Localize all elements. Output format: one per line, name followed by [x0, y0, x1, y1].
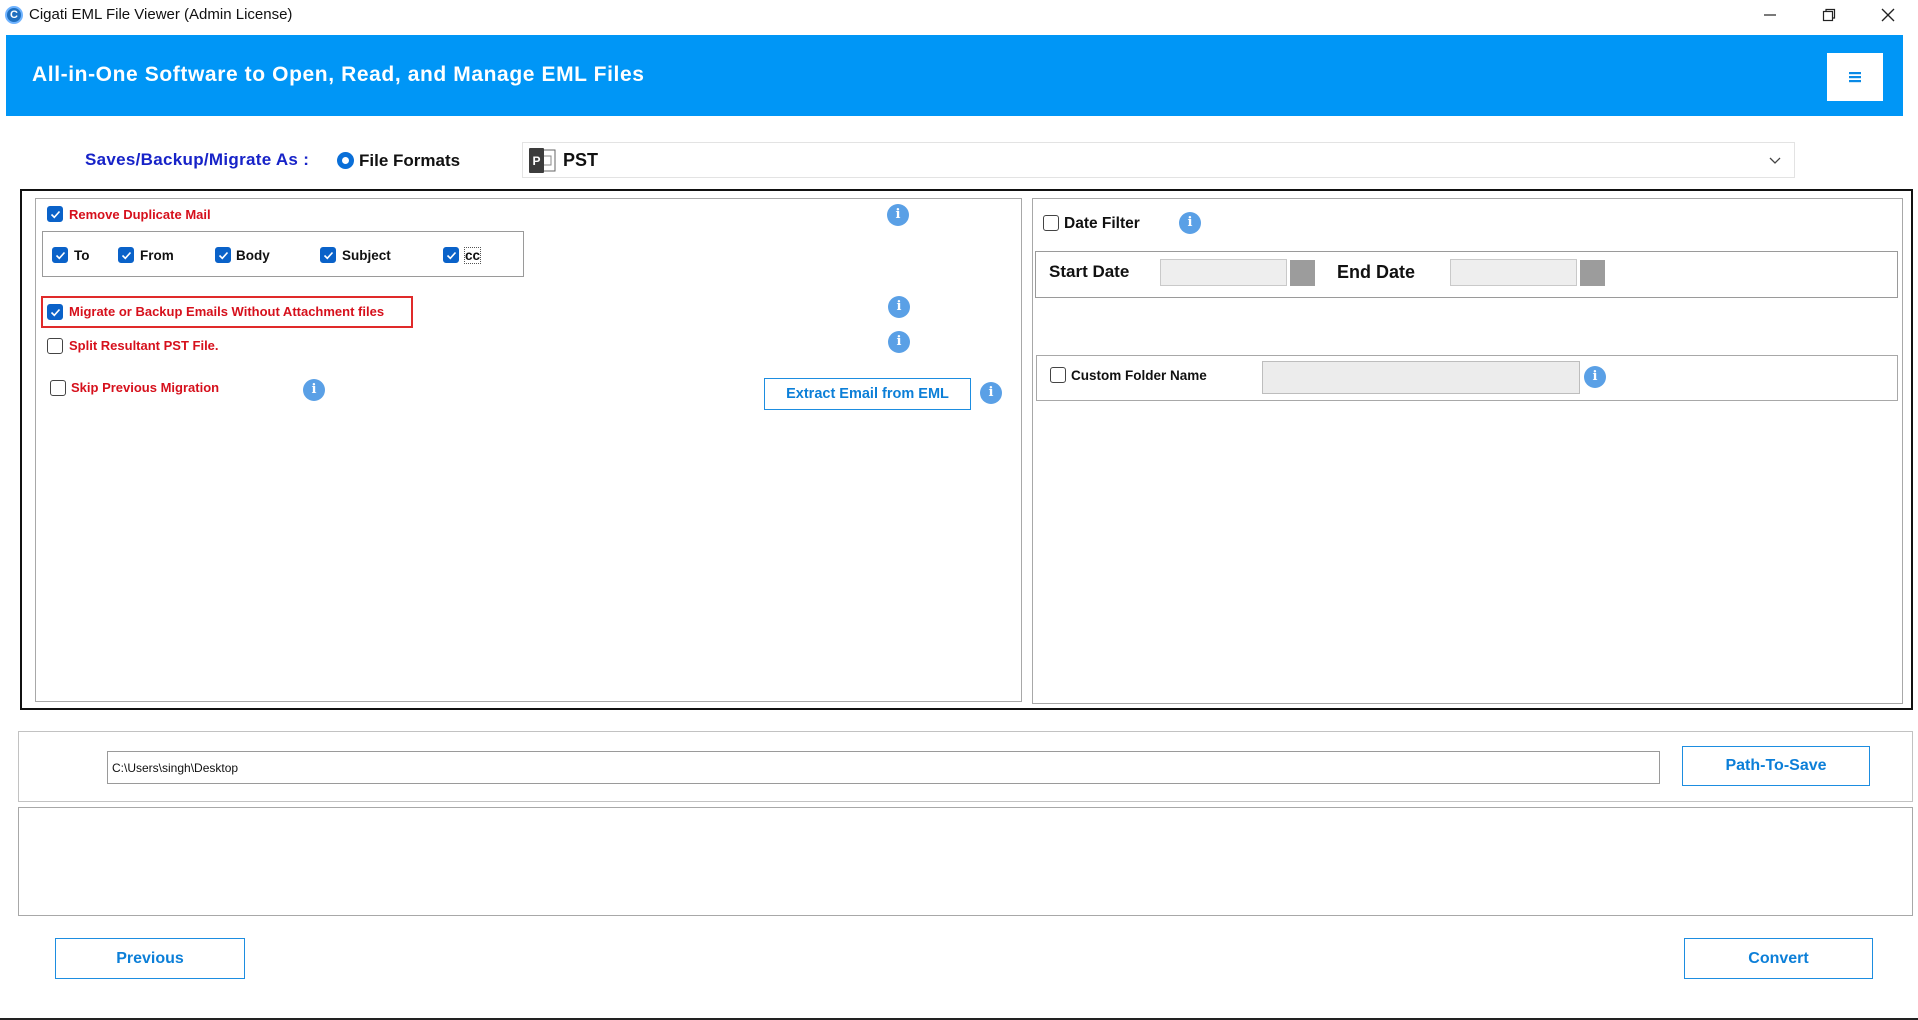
- format-dropdown[interactable]: P PST: [522, 142, 1795, 178]
- from-field-checkbox[interactable]: [118, 247, 134, 263]
- restore-icon: [1822, 8, 1836, 22]
- status-log-area: [18, 807, 1913, 916]
- split-pst-checkbox[interactable]: [47, 338, 63, 354]
- saves-as-label: Saves/Backup/Migrate As :: [85, 150, 310, 169]
- checkmark-icon: [446, 251, 456, 259]
- minimize-icon: [1764, 14, 1776, 16]
- checkmark-icon: [323, 251, 333, 259]
- subject-field-checkbox[interactable]: [320, 247, 336, 263]
- custom-folder-input[interactable]: [1262, 361, 1580, 394]
- end-date-input[interactable]: [1450, 259, 1577, 286]
- checkmark-icon: [121, 251, 131, 259]
- selected-format-label: PST: [563, 150, 599, 170]
- custom-folder-label: Custom Folder Name: [1071, 368, 1207, 383]
- from-field-label: From: [140, 248, 174, 263]
- chevron-down-icon: [1769, 157, 1781, 164]
- checkmark-icon: [55, 251, 65, 259]
- window-title: Cigati EML File Viewer (Admin License): [29, 6, 293, 23]
- body-field-label: Body: [236, 248, 270, 263]
- date-filter-checkbox[interactable]: [1043, 215, 1059, 231]
- date-filter-label: Date Filter: [1064, 215, 1140, 232]
- header-title: All-in-One Software to Open, Read, and M…: [32, 63, 645, 86]
- start-date-input[interactable]: [1160, 259, 1287, 286]
- remove-duplicate-label: Remove Duplicate Mail: [69, 207, 211, 222]
- custom-folder-checkbox[interactable]: [1050, 367, 1066, 383]
- app-logo-icon: C: [5, 6, 23, 24]
- to-field-label: To: [74, 248, 90, 263]
- end-date-label: End Date: [1337, 262, 1416, 282]
- menu-button[interactable]: [1827, 53, 1883, 101]
- header-banner: All-in-One Software to Open, Read, and M…: [6, 35, 1903, 116]
- without-attachment-label: Migrate or Backup Emails Without Attachm…: [69, 304, 385, 319]
- checkmark-icon: [50, 308, 60, 316]
- cc-field-checkbox[interactable]: [443, 247, 459, 263]
- split-pst-label: Split Resultant PST File.: [69, 338, 219, 353]
- destination-path-input[interactable]: C:\Users\singh\Desktop: [107, 751, 1660, 784]
- file-formats-label: File Formats: [359, 151, 461, 170]
- subject-field-label: Subject: [342, 248, 391, 263]
- to-field-checkbox[interactable]: [52, 247, 68, 263]
- extract-email-button[interactable]: Extract Email from EML: [764, 378, 971, 410]
- close-icon: [1881, 8, 1895, 22]
- info-icon[interactable]: i: [1179, 212, 1201, 234]
- checkmark-icon: [50, 210, 60, 218]
- start-date-picker-button[interactable]: [1290, 260, 1315, 286]
- path-to-save-button[interactable]: Path-To-Save: [1682, 746, 1870, 786]
- info-icon[interactable]: i: [1584, 366, 1606, 388]
- hamburger-menu-icon: [1849, 72, 1861, 83]
- pst-format-icon: P: [529, 148, 556, 173]
- body-field-checkbox[interactable]: [215, 247, 231, 263]
- previous-button[interactable]: Previous: [55, 938, 245, 979]
- skip-previous-checkbox[interactable]: [50, 380, 66, 396]
- info-icon[interactable]: i: [887, 204, 909, 226]
- minimize-button[interactable]: [1741, 0, 1799, 30]
- file-formats-radio[interactable]: [337, 152, 354, 169]
- end-date-picker-button[interactable]: [1580, 260, 1605, 286]
- info-icon[interactable]: i: [303, 379, 325, 401]
- info-icon[interactable]: i: [888, 331, 910, 353]
- start-date-label: Start Date: [1049, 262, 1130, 281]
- info-icon[interactable]: i: [888, 296, 910, 318]
- remove-duplicate-checkbox[interactable]: [47, 206, 63, 222]
- skip-previous-label: Skip Previous Migration: [71, 380, 220, 395]
- checkmark-icon: [218, 251, 228, 259]
- restore-button[interactable]: [1800, 0, 1858, 30]
- close-button[interactable]: [1859, 0, 1917, 30]
- cc-field-label: cc: [463, 247, 482, 264]
- window-title-bar: C Cigati EML File Viewer (Admin License): [0, 0, 1918, 30]
- convert-button[interactable]: Convert: [1684, 938, 1873, 979]
- svg-text:P: P: [532, 154, 540, 168]
- without-attachment-checkbox[interactable]: [47, 304, 63, 320]
- info-icon[interactable]: i: [980, 382, 1002, 404]
